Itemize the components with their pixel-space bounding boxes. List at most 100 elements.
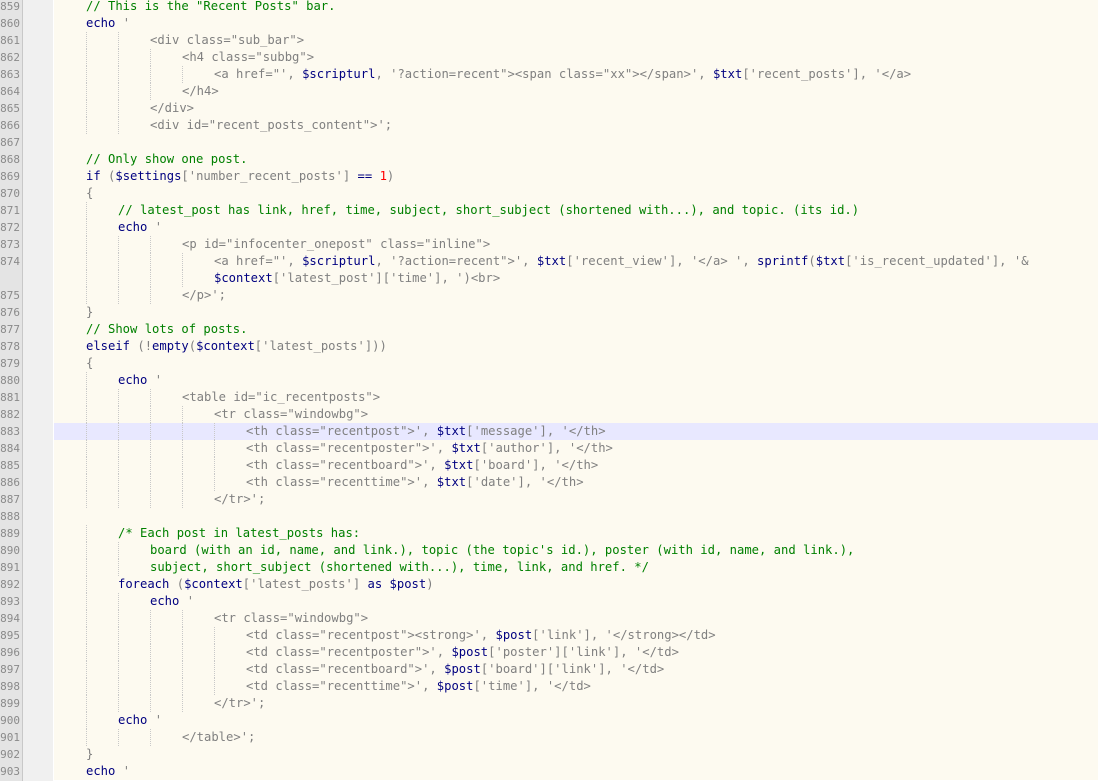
- code-text[interactable]: </tr>';: [54, 695, 1098, 712]
- code-line[interactable]: 897 <td class="recentboard">', $post['boa…: [0, 661, 1098, 678]
- code-line[interactable]: $context['latest_post']['time'], ')<br>: [0, 270, 1098, 287]
- line-number: 882: [0, 408, 20, 421]
- code-text[interactable]: <td class="recentboard">', $post['board'…: [54, 661, 1098, 678]
- code-text[interactable]: foreach ($context['latest_posts'] as $po…: [54, 576, 1098, 593]
- code-line[interactable]: 899 </tr>';: [0, 695, 1098, 712]
- code-text[interactable]: board (with an id, name, and link.), top…: [54, 542, 1098, 559]
- code-line[interactable]: 872 echo ': [0, 219, 1098, 236]
- code-line[interactable]: 896 <td class="recentposter">', $post['po…: [0, 644, 1098, 661]
- code-line[interactable]: 870 {: [0, 185, 1098, 202]
- code-line[interactable]: 891 subject, short_subject (shortened wit…: [0, 559, 1098, 576]
- code-text[interactable]: echo ': [54, 593, 1098, 610]
- code-text[interactable]: <a href="', $scripturl, '?action=recent"…: [54, 253, 1098, 270]
- code-text[interactable]: <tr class="windowbg">: [54, 610, 1098, 627]
- code-text[interactable]: <td class="recentposter">', $post['poste…: [54, 644, 1098, 661]
- code-text[interactable]: <th class="recenttime">', $txt['date'], …: [54, 474, 1098, 491]
- code-line[interactable]: 900 echo ': [0, 712, 1098, 729]
- code-text[interactable]: <div id="recent_posts_content">';: [54, 117, 1098, 134]
- code-text[interactable]: </div>: [54, 100, 1098, 117]
- code-line[interactable]: 902}: [0, 746, 1098, 763]
- code-line[interactable]: 864 </h4>: [0, 83, 1098, 100]
- code-line[interactable]: 901 </table>';: [0, 729, 1098, 746]
- line-number: 866: [0, 119, 20, 132]
- code-line[interactable]: 865 </div>: [0, 100, 1098, 117]
- code-editor[interactable]: 859 // This is the "Recent Posts" bar. 860…: [0, 0, 1098, 781]
- code-text[interactable]: echo ': [54, 219, 1098, 236]
- code-text[interactable]: {: [54, 185, 1098, 202]
- code-line[interactable]: 903 echo ': [0, 763, 1098, 780]
- code-token: $txt: [815, 254, 846, 268]
- code-text[interactable]: elseif (!empty($context['latest_posts'])…: [54, 338, 1098, 355]
- code-line[interactable]: 871 // latest_post has link, href, time, …: [0, 202, 1098, 219]
- code-text[interactable]: </tr>';: [54, 491, 1098, 508]
- code-text[interactable]: $context['latest_post']['time'], ')<br>: [54, 270, 1098, 287]
- code-text[interactable]: // Only show one post.: [54, 151, 1098, 168]
- code-text[interactable]: echo ': [54, 712, 1098, 729]
- code-line[interactable]: 885 <th class="recentboard">', $txt['boar…: [0, 457, 1098, 474]
- code-text[interactable]: echo ': [54, 763, 1098, 780]
- code-token: (!: [130, 339, 153, 353]
- code-text[interactable]: <th class="recentpost">', $txt['message'…: [54, 423, 1098, 440]
- code-line[interactable]: 893 echo ': [0, 593, 1098, 610]
- code-line[interactable]: 880 echo ': [0, 372, 1098, 389]
- code-line[interactable]: 890 board (with an id, name, and link.), …: [0, 542, 1098, 559]
- code-text[interactable]: // Show lots of posts.: [54, 321, 1098, 338]
- code-text[interactable]: <div class="sub_bar">: [54, 32, 1098, 49]
- code-line[interactable]: 894 <tr class="windowbg">: [0, 610, 1098, 627]
- code-text[interactable]: }: [54, 746, 1098, 763]
- code-line[interactable]: 888: [0, 508, 1098, 525]
- code-text[interactable]: <th class="recentposter">', $txt['author…: [54, 440, 1098, 457]
- code-line[interactable]: 875 </p>';: [0, 287, 1098, 304]
- code-line[interactable]: 887 </tr>';: [0, 491, 1098, 508]
- code-text[interactable]: <p id="infocenter_onepost" class="inline…: [54, 236, 1098, 253]
- code-text[interactable]: subject, short_subject (shortened with..…: [54, 559, 1098, 576]
- code-line[interactable]: 862 <h4 class="subbg">: [0, 49, 1098, 66]
- code-token: <td class="recentposter">',: [246, 645, 452, 659]
- code-text[interactable]: echo ': [54, 372, 1098, 389]
- code-line[interactable]: 892 foreach ($context['latest_posts'] as …: [0, 576, 1098, 593]
- code-line[interactable]: 861 <div class="sub_bar">: [0, 32, 1098, 49]
- code-text[interactable]: <table id="ic_recentposts">: [54, 389, 1098, 406]
- code-text[interactable]: // latest_post has link, href, time, sub…: [54, 202, 1098, 219]
- code-line[interactable]: 877 // Show lots of posts.: [0, 321, 1098, 338]
- code-text[interactable]: <a href="', $scripturl, '?action=recent"…: [54, 66, 1098, 83]
- code-line[interactable]: 859 // This is the "Recent Posts" bar.: [0, 0, 1098, 15]
- code-line[interactable]: 860 echo ': [0, 15, 1098, 32]
- code-text[interactable]: echo ': [54, 15, 1098, 32]
- code-text[interactable]: </p>';: [54, 287, 1098, 304]
- code-line[interactable]: 873 <p id="infocenter_onepost" class="inl…: [0, 236, 1098, 253]
- code-text[interactable]: <tr class="windowbg">: [54, 406, 1098, 423]
- code-line[interactable]: 898 <td class="recenttime">', $post['time…: [0, 678, 1098, 695]
- code-line[interactable]: 879 {: [0, 355, 1098, 372]
- code-line[interactable]: 866 <div id="recent_posts_content">';: [0, 117, 1098, 134]
- code-text[interactable]: }: [54, 304, 1098, 321]
- code-text[interactable]: {: [54, 355, 1098, 372]
- code-text[interactable]: if ($settings['number_recent_posts'] == …: [54, 168, 1098, 185]
- code-text[interactable]: <td class="recenttime">', $post['time'],…: [54, 678, 1098, 695]
- code-text[interactable]: <th class="recentboard">', $txt['board']…: [54, 457, 1098, 474]
- code-text[interactable]: [54, 508, 1098, 525]
- code-text[interactable]: [54, 134, 1098, 151]
- indent-guide: [182, 491, 184, 508]
- code-line[interactable]: 883 <th class="recentpost">', $txt['messa…: [0, 423, 1098, 440]
- code-text[interactable]: /* Each post in latest_posts has:: [54, 525, 1098, 542]
- code-line[interactable]: 868 // Only show one post.: [0, 151, 1098, 168]
- code-line[interactable]: 889 /* Each post in latest_posts has:: [0, 525, 1098, 542]
- code-token: ['is_recent_updated'], '&: [845, 254, 1029, 268]
- code-text[interactable]: </table>';: [54, 729, 1098, 746]
- code-line[interactable]: 869 if ($settings['number_recent_posts'] …: [0, 168, 1098, 185]
- code-line[interactable]: 876}: [0, 304, 1098, 321]
- code-line[interactable]: 884 <th class="recentposter">', $txt['aut…: [0, 440, 1098, 457]
- code-text[interactable]: <h4 class="subbg">: [54, 49, 1098, 66]
- code-text[interactable]: </h4>: [54, 83, 1098, 100]
- code-text[interactable]: <td class="recentpost"><strong>', $post[…: [54, 627, 1098, 644]
- code-line[interactable]: 895 <td class="recentpost"><strong>', $po…: [0, 627, 1098, 644]
- code-line[interactable]: 886 <th class="recenttime">', $txt['date'…: [0, 474, 1098, 491]
- code-line[interactable]: 881 <table id="ic_recentposts">: [0, 389, 1098, 406]
- code-text[interactable]: // This is the "Recent Posts" bar.: [54, 0, 1098, 15]
- code-line[interactable]: 878 elseif (!empty($context['latest_posts…: [0, 338, 1098, 355]
- code-line[interactable]: 863 <a href="', $scripturl, '?action=rece…: [0, 66, 1098, 83]
- code-line[interactable]: 867: [0, 134, 1098, 151]
- code-line[interactable]: 882 <tr class="windowbg">: [0, 406, 1098, 423]
- code-line[interactable]: 874 <a href="', $scripturl, '?action=rece…: [0, 253, 1098, 270]
